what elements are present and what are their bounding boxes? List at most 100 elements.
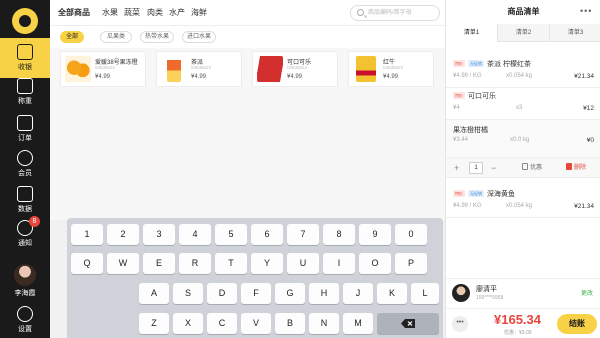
- key[interactable]: Z: [139, 313, 169, 334]
- key[interactable]: K: [377, 283, 407, 304]
- key[interactable]: 9: [359, 224, 391, 245]
- cart-item-selected[interactable]: 果冻橙柑橘 ¥3.44 x0.0 kg ¥0: [446, 120, 600, 158]
- product-grid: 爱媛38号果冻橙 04535522 ¥4.99 茶派 04535522 ¥4.9…: [50, 48, 445, 220]
- key[interactable]: T: [215, 253, 247, 274]
- subcategory-pill-all[interactable]: 全部: [60, 31, 84, 43]
- key[interactable]: 4: [179, 224, 211, 245]
- key[interactable]: 5: [215, 224, 247, 245]
- sidebar-item-members[interactable]: 会员: [0, 144, 50, 184]
- member-phone: 159****6958: [476, 295, 504, 301]
- category-tab-aquatic[interactable]: 水产: [169, 7, 185, 18]
- product-price: ¥4.99: [287, 74, 303, 80]
- key[interactable]: G: [275, 283, 305, 304]
- key[interactable]: D: [207, 283, 237, 304]
- tab-list-1[interactable]: 清单1: [446, 24, 498, 42]
- cart-item-name: 果冻橙柑橘: [453, 127, 488, 134]
- key[interactable]: B: [275, 313, 305, 334]
- key[interactable]: M: [343, 313, 373, 334]
- checkout-button[interactable]: 结账: [557, 314, 597, 334]
- tab-list-3[interactable]: 清单3: [550, 24, 600, 42]
- cart-panel: 商品清单 ••• 清单1 清单2 清单3 特价 无促销 茶派 柠檬红茶 ¥4.9…: [445, 0, 600, 338]
- product-card[interactable]: 可口可乐 04535522 ¥4.99: [252, 51, 338, 87]
- more-options-icon[interactable]: •••: [580, 6, 592, 16]
- member-info: 廖清平 159****6958 更改: [446, 278, 600, 308]
- sidebar-item-notifications[interactable]: 通知 8: [0, 214, 50, 254]
- key[interactable]: Y: [251, 253, 283, 274]
- checkout-footer: ••• ¥165.34 优惠：¥3.00 结账: [446, 308, 600, 338]
- category-tab-vegetable[interactable]: 蔬菜: [124, 7, 140, 18]
- sidebar-item-orders[interactable]: 订单: [0, 109, 50, 149]
- category-tab-all[interactable]: 全部商品: [58, 7, 90, 18]
- key[interactable]: P: [395, 253, 427, 274]
- sidebar-item-label: 设置: [18, 326, 32, 333]
- change-member-link[interactable]: 更改: [581, 288, 593, 297]
- key[interactable]: V: [241, 313, 271, 334]
- key[interactable]: H: [309, 283, 339, 304]
- key[interactable]: 1: [71, 224, 103, 245]
- key[interactable]: 3: [143, 224, 175, 245]
- subcategory-pill-melon[interactable]: 瓜果类: [100, 31, 132, 43]
- key[interactable]: L: [411, 283, 439, 304]
- notification-badge: 8: [29, 216, 40, 227]
- discount-button[interactable]: 优惠: [522, 163, 542, 173]
- key[interactable]: U: [287, 253, 319, 274]
- discount-label: 优惠: [530, 165, 543, 171]
- key[interactable]: C: [207, 313, 237, 334]
- yen-icon: [17, 44, 33, 60]
- product-image: [356, 56, 376, 82]
- key[interactable]: S: [173, 283, 203, 304]
- scale-icon: [17, 78, 33, 94]
- key[interactable]: E: [143, 253, 175, 274]
- key[interactable]: X: [173, 313, 203, 334]
- sidebar-item-settings[interactable]: 设置: [0, 300, 50, 338]
- category-bar: 全部商品 水果 蔬菜 肉类 水产 海鲜: [50, 0, 445, 26]
- key[interactable]: 6: [251, 224, 283, 245]
- cart-item-qty: x3: [516, 105, 523, 111]
- cart-item[interactable]: 特价 可口可乐 ¥4 x3 ¥12: [446, 88, 600, 120]
- backspace-icon: [401, 319, 415, 329]
- quantity-field[interactable]: 1: [469, 162, 483, 174]
- key[interactable]: 2: [107, 224, 139, 245]
- key[interactable]: 8: [323, 224, 355, 245]
- backspace-key[interactable]: [377, 313, 439, 334]
- plus-icon[interactable]: +: [454, 162, 459, 174]
- minus-icon[interactable]: −: [491, 162, 496, 174]
- search-icon: [357, 9, 364, 16]
- key[interactable]: I: [323, 253, 355, 274]
- category-tab-meat[interactable]: 肉类: [147, 7, 163, 18]
- tab-list-2[interactable]: 清单2: [498, 24, 550, 42]
- key[interactable]: J: [343, 283, 373, 304]
- product-card[interactable]: 茶派 04535522 ¥4.99: [156, 51, 242, 87]
- gear-icon: [17, 306, 33, 322]
- product-price: ¥4.99: [95, 74, 111, 80]
- key[interactable]: 7: [287, 224, 319, 245]
- key[interactable]: F: [241, 283, 271, 304]
- user-name: 李海霞: [14, 290, 36, 297]
- category-tab-seafood[interactable]: 海鲜: [191, 7, 207, 18]
- search-box[interactable]: [350, 5, 440, 21]
- sidebar-item-weigh[interactable]: 称重: [0, 72, 50, 112]
- cart-item[interactable]: 特价 无促销 深海黄鱼 ¥4.99 / KG x0.054 kg ¥21.34: [446, 178, 600, 218]
- key[interactable]: R: [179, 253, 211, 274]
- product-price: ¥4.99: [191, 74, 207, 80]
- key[interactable]: N: [309, 313, 339, 334]
- special-price-tag: 特价: [453, 60, 465, 67]
- subcategory-pill-tropical[interactable]: 热带水果: [140, 31, 174, 43]
- discount-icon: [522, 163, 528, 170]
- key[interactable]: W: [107, 253, 139, 274]
- subcategory-pill-imported[interactable]: 进口水果: [182, 31, 216, 43]
- category-tab-fruit[interactable]: 水果: [102, 7, 118, 18]
- product-card[interactable]: 红牛 04535522 ¥4.99: [348, 51, 434, 87]
- key[interactable]: A: [139, 283, 169, 304]
- more-actions-button[interactable]: •••: [452, 316, 468, 332]
- product-card[interactable]: 爱媛38号果冻橙 04535522 ¥4.99: [60, 51, 146, 87]
- cart-item[interactable]: 特价 无促销 茶派 柠檬红茶 ¥4.99 / KG x0.054 kg ¥21.…: [446, 48, 600, 88]
- cart-item-total: ¥21.34: [574, 203, 594, 210]
- avatar[interactable]: [14, 264, 36, 286]
- search-input[interactable]: [368, 8, 436, 18]
- product-code: 04535522: [383, 65, 404, 70]
- key[interactable]: 0: [395, 224, 427, 245]
- key[interactable]: Q: [71, 253, 103, 274]
- key[interactable]: O: [359, 253, 391, 274]
- delete-button[interactable]: 删除: [566, 163, 586, 173]
